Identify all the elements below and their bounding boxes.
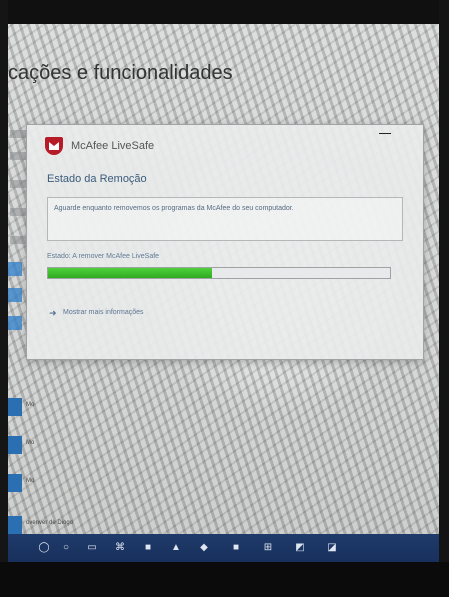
photo-frame-top xyxy=(0,0,449,24)
status-text: Estado: A remover McAfee LiveSafe xyxy=(47,253,160,260)
app-icon xyxy=(8,288,22,302)
app-icon xyxy=(8,316,22,330)
app-icon xyxy=(8,516,22,534)
list-item[interactable]: Mo xyxy=(8,470,439,498)
description-text: Aguarde enquanto removemos os programas … xyxy=(54,205,294,212)
app-icon[interactable]: ⊞ xyxy=(262,542,274,554)
app-icon xyxy=(8,436,22,454)
list-item-label: ovenver de Diogo xyxy=(26,520,74,526)
edge-icon[interactable]: ⌘ xyxy=(114,542,126,554)
progress-bar xyxy=(47,267,391,279)
app-icon xyxy=(8,474,22,492)
store-icon[interactable]: ▲ xyxy=(170,542,182,554)
photo-frame-bottom xyxy=(0,562,449,597)
chevron-down-icon[interactable]: ➜ xyxy=(49,308,57,319)
removal-status-section: Estado da Remoção Aguarde enquanto remov… xyxy=(37,169,417,345)
section-title: Estado da Remoção xyxy=(47,173,147,185)
app-icon[interactable]: ◪ xyxy=(326,542,338,554)
mcafee-shield-icon xyxy=(45,137,63,155)
app-icon[interactable]: ■ xyxy=(230,542,242,554)
taskbar: ◯ ○ ▭ ⌘ ■ ▲ ◆ ■ ⊞ ◩ ◪ xyxy=(8,534,439,562)
list-item[interactable]: Mo xyxy=(8,432,439,460)
mcafee-removal-dialog: McAfee LiveSafe Estado da Remoção Aguard… xyxy=(26,124,424,360)
show-more-link[interactable]: Mostrar mais informações xyxy=(63,309,144,316)
app-icon xyxy=(8,398,22,416)
start-icon[interactable]: ◯ xyxy=(38,542,50,554)
list-item-label: Mo xyxy=(26,402,35,408)
app-icon[interactable]: ◩ xyxy=(294,542,306,554)
description-box: Aguarde enquanto removemos os programas … xyxy=(47,197,403,241)
photo-frame-left xyxy=(0,0,8,597)
list-item-label: Mo xyxy=(26,478,35,484)
dialog-app-name: McAfee LiveSafe xyxy=(71,140,155,152)
task-view-icon[interactable]: ▭ xyxy=(86,542,98,554)
dialog-header: McAfee LiveSafe xyxy=(27,125,423,165)
page-title: cações e funcionalidades xyxy=(8,62,233,84)
mail-icon[interactable]: ◆ xyxy=(198,542,210,554)
explorer-icon[interactable]: ■ xyxy=(142,542,154,554)
progress-bar-fill xyxy=(48,268,213,278)
list-item-label: Mo xyxy=(26,440,35,446)
search-icon[interactable]: ○ xyxy=(60,542,72,554)
monitor-screen: cações e funcionalidades Mo Mo Mo ovenve… xyxy=(8,24,439,562)
minimize-button[interactable] xyxy=(377,127,393,139)
app-icon xyxy=(8,262,22,276)
photo-frame-right xyxy=(439,0,449,597)
list-item[interactable]: Mo xyxy=(8,394,439,422)
